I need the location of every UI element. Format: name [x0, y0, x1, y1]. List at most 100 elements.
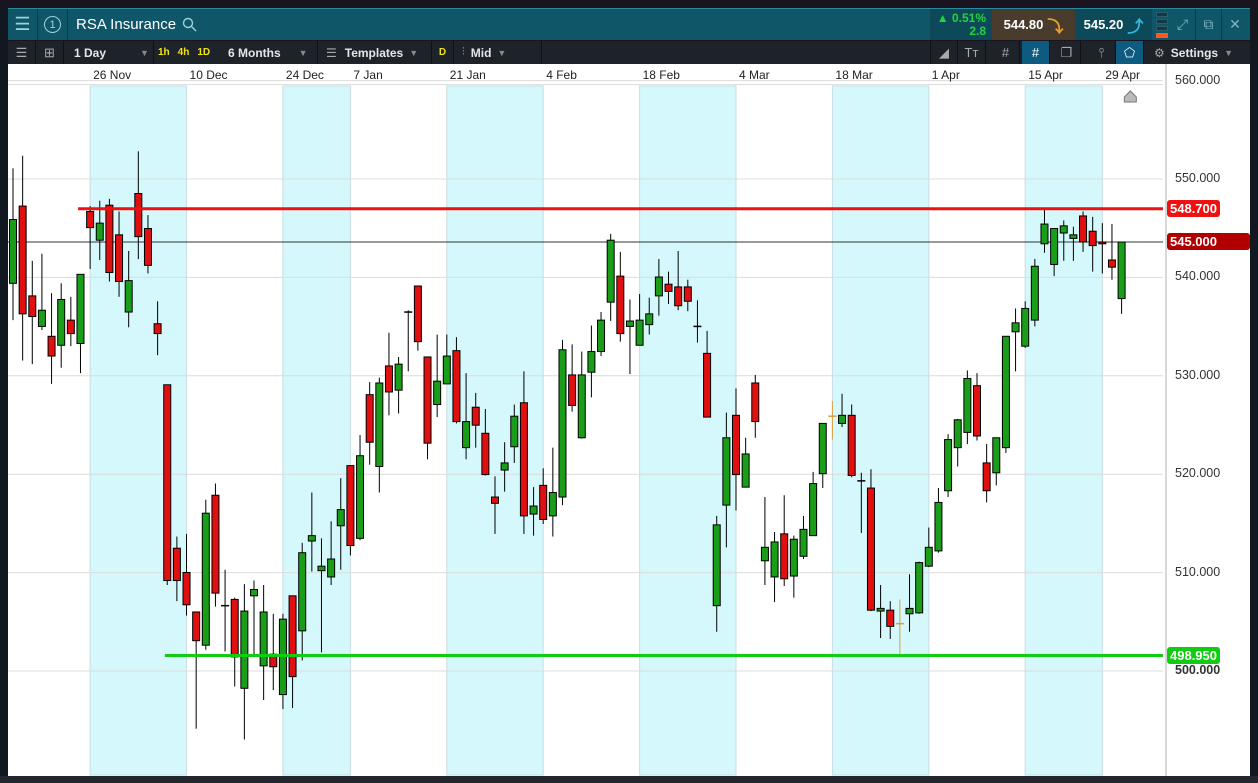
candle-body [664, 283, 673, 292]
candle-body [365, 394, 374, 443]
candle-body [1098, 241, 1107, 245]
candle-body [992, 437, 1001, 474]
candle-body [86, 210, 95, 229]
resistance-price-tag: 548.700 [1167, 199, 1220, 217]
candle-body [182, 571, 191, 606]
candle-body [886, 609, 895, 627]
candle-body [134, 193, 143, 238]
candle-body [924, 546, 933, 567]
candle-body [944, 439, 953, 492]
candle-body [18, 205, 27, 315]
candle-body [973, 385, 981, 437]
candle-body [1079, 215, 1088, 243]
candle-body [876, 607, 885, 612]
date-label: 21 Jan [449, 68, 486, 82]
date-label: 18 Feb [642, 68, 680, 82]
candle-body [597, 319, 606, 353]
bottom-toolbar [0, 776, 1258, 783]
candle-body [172, 547, 181, 582]
price-tick-label: 520.000 [1175, 466, 1221, 481]
candle-body [519, 402, 528, 517]
candle-body [481, 432, 490, 476]
candle-body [76, 273, 85, 344]
candle-body [510, 415, 519, 448]
candle-body [732, 414, 740, 476]
candle-body [703, 352, 712, 418]
date-label: 18 Mar [835, 68, 873, 82]
price-tick-label: 530.000 [1175, 367, 1221, 382]
candle-body [625, 320, 634, 327]
candle-body [548, 492, 557, 517]
candle-body [143, 228, 152, 266]
shaded-period-band [1024, 85, 1103, 776]
candle-body [384, 365, 393, 393]
candle-body [741, 453, 750, 488]
price-tick-label: 560.000 [1175, 72, 1221, 87]
candle-body [442, 355, 451, 385]
candle-body [1001, 335, 1010, 449]
candle-body [963, 377, 972, 433]
candle-body [66, 319, 75, 335]
candle-body [1030, 265, 1039, 321]
candle-body [789, 538, 798, 577]
candle-body [250, 589, 258, 597]
candle-body [346, 465, 355, 547]
candle-body [674, 286, 683, 307]
candle-body [471, 406, 480, 426]
candle-body [201, 512, 210, 646]
candle-body [9, 219, 17, 284]
scroll-to-end-icon[interactable] [1123, 90, 1137, 103]
candle-body [866, 487, 875, 611]
candle-body [153, 323, 162, 335]
candle-body [336, 509, 345, 527]
candle-body [818, 422, 827, 475]
candle-body [616, 275, 625, 335]
candle-body [317, 565, 326, 572]
candle-body [1011, 322, 1020, 333]
candle-body [539, 484, 548, 520]
candle-body [1088, 230, 1097, 247]
candle-body [240, 610, 249, 689]
candle-body [1059, 225, 1068, 234]
candle-body [163, 384, 172, 582]
candlestick-chart[interactable] [0, 0, 1258, 783]
candle-body [722, 437, 731, 506]
candle-body [356, 455, 365, 539]
candle-body [760, 546, 769, 562]
date-label: 26 Nov [93, 68, 132, 82]
candle-body [423, 356, 432, 444]
candle-body [1050, 228, 1059, 265]
candle-body [1021, 307, 1030, 347]
candle-body [770, 541, 779, 578]
date-label: 1 Apr [931, 68, 960, 82]
candle-body [413, 285, 422, 343]
price-tick-label: 550.000 [1175, 171, 1221, 185]
candle-body [28, 295, 37, 318]
candle-body [645, 313, 654, 326]
candle-body [751, 382, 760, 423]
shaded-period-band [639, 85, 737, 776]
date-label: 10 Dec [189, 68, 228, 82]
candle-body [500, 462, 509, 471]
shaded-period-band [831, 85, 930, 776]
date-label: 15 Apr [1028, 68, 1063, 82]
candle-body [327, 558, 336, 578]
candle-body [654, 276, 663, 297]
candle-body [1069, 234, 1078, 239]
candle-body [307, 535, 316, 542]
date-label: 4 Feb [546, 68, 577, 82]
price-axis[interactable]: 560.000 550.000 540.000 530.000 520.000 510.0… [1165, 64, 1250, 776]
candle-body [259, 611, 268, 667]
candle-body [1107, 259, 1116, 268]
shaded-period-band [446, 85, 544, 776]
candle-body [606, 239, 615, 303]
support-price-tag: 498.950 [1167, 646, 1220, 664]
date-label: 29 Apr [1105, 68, 1141, 82]
price-tick-label: 540.000 [1175, 269, 1221, 284]
candle-body [124, 280, 133, 313]
candle-body [905, 607, 914, 615]
candle-body [568, 374, 577, 406]
candle-body [587, 351, 596, 373]
candle-body [192, 611, 201, 642]
date-label: 7 Jan [353, 68, 383, 82]
